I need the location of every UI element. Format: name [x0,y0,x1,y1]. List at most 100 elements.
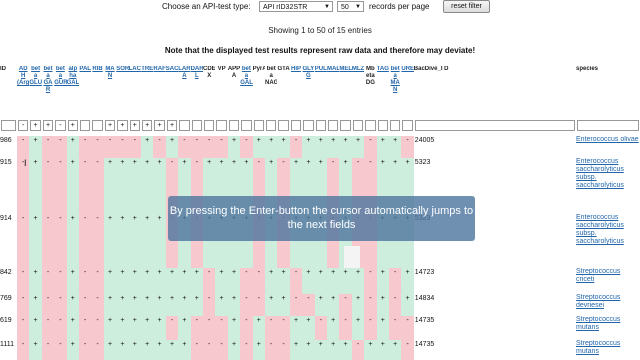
column-filter-input[interactable] [253,120,264,131]
column-header[interactable]: ID [0,66,17,118]
column-filter-input[interactable] [179,120,190,131]
test-result-cell: + [165,294,179,316]
column-filter-input[interactable]: + [42,120,54,131]
column-filter-input[interactable]: + [67,120,78,131]
test-result-cell: + [339,136,352,158]
column-filter-input[interactable] [377,120,388,131]
column-filter-input[interactable] [414,120,575,131]
test-result-cell: - [178,136,191,158]
column-filter-input[interactable]: + [154,120,165,131]
column-header[interactable]: species [576,66,640,118]
test-result-cell: + [389,136,402,158]
test-result-cell: - [252,268,265,294]
column-header[interactable]: RAF [153,66,165,118]
test-result-cell: - [91,136,104,158]
column-filter-input[interactable] [328,120,339,131]
column-header[interactable]: MA N [104,66,116,118]
test-result-cell: + [66,158,79,214]
test-result-cell: + [327,340,340,360]
column-header[interactable]: GLY G [302,66,314,118]
api-type-label: Choose an API-test type: [162,2,251,11]
column-header[interactable]: PAL [79,66,91,118]
column-header[interactable]: MAL [327,66,339,118]
column-header[interactable]: bet a GUR [54,66,66,118]
column-filter-input[interactable] [577,120,639,131]
column-header[interactable]: TAG [377,66,389,118]
column-header[interactable]: bet a GLU [29,66,41,118]
column-header[interactable]: LAR A [178,66,190,118]
column-filter-input[interactable] [241,120,252,131]
column-filter-input[interactable] [402,120,413,131]
test-result-cell: + [265,268,278,294]
column-filter-input[interactable] [365,120,376,131]
column-filter-input[interactable]: + [104,120,116,131]
column-filter-input[interactable] [1,120,16,131]
column-filter-input[interactable] [278,120,289,131]
column-header[interactable]: bet a MA N [389,66,401,118]
column-header[interactable]: SOR [116,66,128,118]
column-filter-input[interactable] [352,120,364,131]
column-header[interactable]: RIB [91,66,103,118]
column-header[interactable]: PUL [315,66,327,118]
test-result-cell: + [103,294,117,316]
column-filter-input[interactable] [80,120,91,131]
column-filter-input[interactable]: + [166,120,178,131]
column-header[interactable]: GTA [277,66,289,118]
column-header[interactable]: LAC [129,66,141,118]
api-type-select[interactable]: API rID32STR ▼ [259,1,333,12]
column-header[interactable]: BacDive_I D [414,66,576,118]
column-filter-input[interactable]: - [18,120,29,131]
column-header[interactable]: SAC [166,66,178,118]
column-filter-input[interactable] [315,120,326,131]
column-filter-input[interactable] [390,120,401,131]
column-filter-input[interactable] [303,120,314,131]
column-filter-input[interactable]: - [55,120,66,131]
column-header[interactable]: APP A [228,66,240,118]
column-header[interactable]: AD H (Arg) [17,66,29,118]
test-result-cell: - [79,294,92,316]
species-link[interactable]: Streptococcus devriesei [576,294,640,316]
column-header[interactable]: MEL [339,66,351,118]
species-link[interactable]: Streptococcus mutans [576,316,640,340]
test-result-cell: + [29,268,42,294]
column-filter-input[interactable]: + [129,120,140,131]
column-header[interactable]: HIP [290,66,302,118]
column-header[interactable]: bet a GAL [240,66,252,118]
species-link[interactable]: Streptococcus criceti [576,268,640,294]
test-result-cell: + [227,268,241,294]
column-filter-input[interactable]: + [117,120,128,131]
column-filter-input[interactable]: + [142,120,153,131]
column-header[interactable]: CDE X [203,66,215,118]
column-header[interactable]: PyrA [253,66,265,118]
column-header[interactable]: MLZ [352,66,364,118]
column-header[interactable]: DAR L [191,66,203,118]
species-link[interactable]: Enterococcus saccharolyticus subsp. sacc… [576,214,640,268]
column-header[interactable]: Mb eta DG [364,66,376,118]
column-filter-input[interactable] [340,120,351,131]
reset-filter-button[interactable]: reset filter [443,0,490,13]
column-header[interactable]: TRE [141,66,153,118]
column-filter-input[interactable] [216,120,227,131]
test-result-cell: + [401,268,414,294]
column-filter-input[interactable] [290,120,302,131]
column-filter-input[interactable] [92,120,103,131]
species-link[interactable]: Streptococcus mutans [576,340,640,360]
test-result-cell: + [351,268,365,294]
column-header[interactable]: bet a GA R [42,66,54,118]
test-result-cell: - [401,316,414,340]
column-header[interactable]: alp ha GAL [67,66,79,118]
column-filter-input[interactable] [228,120,240,131]
test-result-cell: + [327,136,340,158]
column-header[interactable]: VP [215,66,227,118]
test-result-cell: - [339,294,352,316]
column-filter-input[interactable] [266,120,277,131]
column-filter-input[interactable]: + [30,120,41,131]
column-header[interactable]: bet a NAG [265,66,277,118]
species-link[interactable]: Enterococcus olivae [576,136,640,158]
column-filter-input[interactable] [191,120,202,131]
species-link[interactable]: Enterococcus saccharolyticus subsp. sacc… [576,158,640,214]
column-header[interactable]: URE [401,66,413,118]
test-result-cell: - [240,294,253,316]
page-size-select[interactable]: 50 ▼ [337,1,364,12]
column-filter-input[interactable] [204,120,215,131]
